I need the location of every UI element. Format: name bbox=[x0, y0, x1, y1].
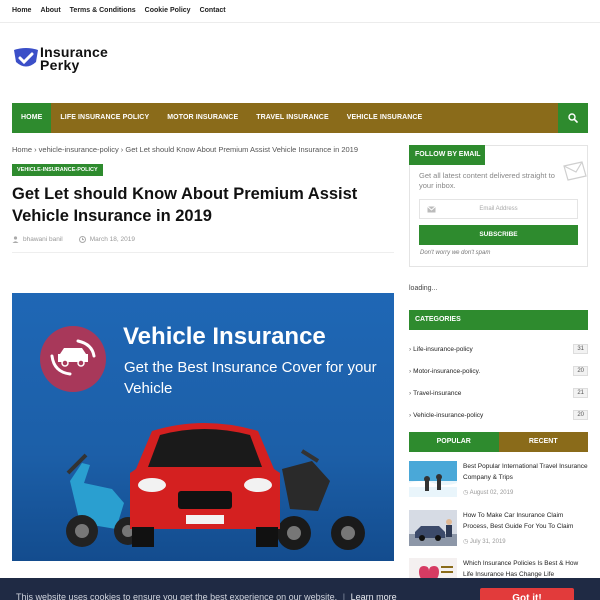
nav-home[interactable]: HOME bbox=[12, 103, 52, 133]
top-link-cookie-policy[interactable]: Cookie Policy bbox=[145, 5, 191, 17]
main-navbar: HOME LIFE INSURANCE POLICY MOTOR INSURAN… bbox=[12, 103, 588, 133]
category-item[interactable]: Motor-insurance-policy. 20 bbox=[409, 360, 588, 382]
top-link-contact[interactable]: Contact bbox=[200, 5, 226, 17]
categories-list: Life-insurance-policy 31 Motor-insurance… bbox=[409, 338, 588, 426]
logo-text: Insurance Perky bbox=[40, 45, 108, 73]
nav-motor-insurance[interactable]: MOTOR INSURANCE bbox=[158, 103, 247, 133]
red-car-illustration bbox=[130, 423, 280, 547]
top-link-home[interactable]: Home bbox=[12, 5, 31, 17]
popular-post-item[interactable]: Best Popular International Travel Insura… bbox=[409, 461, 588, 499]
nav-vehicle-insurance[interactable]: VEHICLE INSURANCE bbox=[338, 103, 432, 133]
shield-logo-icon bbox=[14, 48, 38, 67]
motorcycle-illustration bbox=[277, 449, 365, 550]
user-icon bbox=[12, 236, 19, 243]
post-meta: bhawani banil March 18, 2019 bbox=[12, 236, 135, 243]
car-claim-image bbox=[409, 510, 457, 546]
top-divider bbox=[0, 22, 600, 23]
popular-post-date: ◷ August 02, 2019 bbox=[463, 490, 514, 496]
popular-post-title[interactable]: Best Popular International Travel Insura… bbox=[463, 461, 589, 483]
post-author[interactable]: bhawani banil bbox=[23, 236, 63, 243]
nav-travel-insurance[interactable]: TRAVEL INSURANCE bbox=[247, 103, 338, 133]
post-thumbnail[interactable] bbox=[409, 510, 457, 546]
popular-post-item[interactable]: How To Make Car Insurance Claim Process,… bbox=[409, 510, 588, 548]
follow-by-email-heading: FOLLOW BY EMAIL bbox=[409, 145, 485, 165]
search-button[interactable] bbox=[558, 103, 588, 133]
cookie-consent-bar: This website uses cookies to ensure you … bbox=[0, 578, 600, 600]
cookie-accept-button[interactable]: Got it! bbox=[480, 588, 574, 600]
top-link-terms[interactable]: Terms & Conditions bbox=[70, 5, 136, 17]
category-item[interactable]: Travel-insurance 21 bbox=[409, 382, 588, 404]
clock-icon: ◷ bbox=[463, 539, 469, 545]
popular-post-date: ◷ July 31, 2019 bbox=[463, 539, 506, 545]
car-hands-icon bbox=[50, 339, 96, 376]
popular-post-title[interactable]: How To Make Car Insurance Claim Process,… bbox=[463, 510, 589, 532]
category-label[interactable]: Life-insurance-policy bbox=[409, 346, 473, 353]
category-label[interactable]: Vehicle-insurance-policy bbox=[409, 412, 483, 419]
subscribe-button[interactable]: SUBSCRIBE bbox=[419, 225, 578, 245]
popular-post-title[interactable]: Which Insurance Policies Is Best & How L… bbox=[463, 558, 589, 580]
hero-heading: Vehicle Insurance bbox=[123, 323, 326, 350]
learn-more-link[interactable]: Learn more bbox=[351, 592, 397, 600]
car-insurance-emblem bbox=[40, 326, 106, 392]
post-date: March 18, 2019 bbox=[89, 236, 135, 243]
mail-icon bbox=[427, 206, 436, 213]
post-category-tag[interactable]: VEHICLE-INSURANCE-POLICY bbox=[12, 164, 103, 176]
post-title: Get Let should Know About Premium Assist… bbox=[12, 185, 358, 225]
vehicles-illustration bbox=[66, 423, 365, 550]
beach-travel-image bbox=[409, 461, 457, 497]
category-label[interactable]: Travel-insurance bbox=[409, 390, 461, 397]
post-hero-image: Vehicle Insurance Get the Best Insurance… bbox=[12, 293, 394, 561]
popular-recent-tabs: POPULAR RECENT bbox=[409, 432, 588, 452]
breadcrumb[interactable]: Home › vehicle-insurance-policy › Get Le… bbox=[12, 145, 358, 154]
email-input[interactable]: Email Address bbox=[419, 199, 578, 219]
logo-line-2: Perky bbox=[40, 57, 80, 73]
no-spam-note: Don't worry we don't spam bbox=[420, 250, 491, 256]
category-item[interactable]: Life-insurance-policy 31 bbox=[409, 338, 588, 360]
top-links: Home About Terms & Conditions Cookie Pol… bbox=[12, 5, 235, 17]
nav-life-insurance[interactable]: LIFE INSURANCE POLICY bbox=[51, 103, 158, 133]
cookie-text: This website uses cookies to ensure you … bbox=[16, 592, 338, 600]
category-label[interactable]: Motor-insurance-policy. bbox=[409, 368, 480, 375]
categories-heading: CATEGORIES bbox=[409, 310, 588, 330]
clock-icon bbox=[78, 236, 86, 243]
category-count: 20 bbox=[573, 366, 588, 376]
top-link-about[interactable]: About bbox=[40, 5, 60, 17]
tab-recent[interactable]: RECENT bbox=[498, 432, 588, 452]
site-logo[interactable]: Insurance Perky bbox=[12, 44, 132, 78]
post-thumbnail[interactable] bbox=[409, 461, 457, 497]
category-count: 31 bbox=[573, 344, 588, 354]
clock-icon: ◷ bbox=[463, 490, 469, 496]
loading-text: loading... bbox=[409, 285, 438, 292]
category-count: 21 bbox=[573, 388, 588, 398]
follow-description: Get all latest content delivered straigh… bbox=[419, 171, 555, 190]
hero-subheading: Get the Best Insurance Cover for your Ve… bbox=[124, 359, 377, 397]
category-count: 20 bbox=[573, 410, 588, 420]
tab-popular[interactable]: POPULAR bbox=[409, 432, 499, 452]
email-placeholder: Email Address bbox=[479, 206, 518, 212]
meta-divider bbox=[12, 252, 394, 253]
search-icon bbox=[568, 113, 578, 123]
category-item[interactable]: Vehicle-insurance-policy 20 bbox=[409, 404, 588, 426]
cookie-message: This website uses cookies to ensure you … bbox=[16, 592, 397, 600]
